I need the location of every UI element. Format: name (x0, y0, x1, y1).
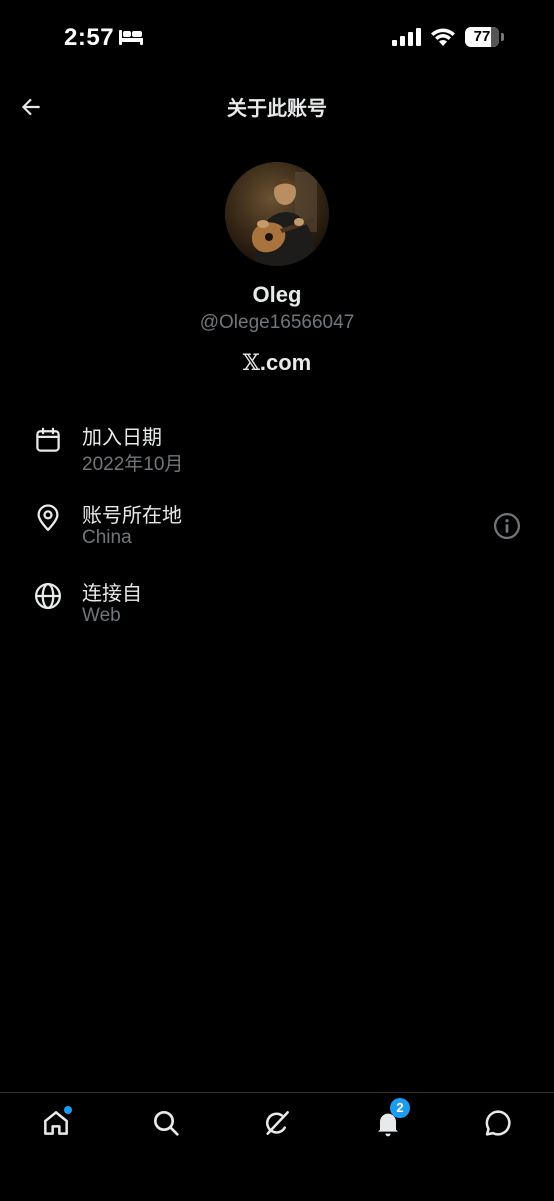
tab-home[interactable] (40, 1106, 72, 1139)
home-unread-dot (64, 1106, 72, 1114)
site-label: 𝕏.com (0, 350, 554, 376)
info-circle-icon[interactable] (492, 511, 522, 541)
bed-icon (119, 30, 143, 45)
info-row-account-location: 账号所在地 China (0, 499, 554, 563)
info-label: 账号所在地 (82, 505, 182, 527)
info-row-connected-via: 连接自 Web (0, 577, 554, 641)
search-icon (154, 1111, 179, 1136)
username-handle: @Olege16566047 (199, 312, 355, 333)
location-pin-icon (37, 504, 59, 531)
battery-icon: 77 (465, 27, 504, 47)
tab-notifications[interactable]: 2 (372, 1098, 410, 1139)
header: 关于此账号 (0, 76, 554, 136)
globe-icon (35, 583, 61, 609)
calendar-icon (36, 427, 60, 452)
avatar-image (225, 162, 329, 266)
messages-icon (485, 1110, 511, 1136)
info-row-join-date: 加入日期 2022年10月 (0, 421, 554, 485)
info-label: 加入日期 (82, 427, 162, 449)
display-name: Oleg (252, 282, 302, 307)
notification-count-badge: 2 (390, 1098, 410, 1118)
cellular-signal-icon (392, 28, 421, 46)
status-time: 2:57 (64, 24, 115, 51)
bottom-tab-bar: 2 (0, 1092, 554, 1201)
info-value: China (82, 527, 132, 548)
x-logo-glyph: 𝕏 (242, 351, 260, 376)
info-label: 连接自 (82, 583, 142, 605)
info-value: 2022年10月 (82, 454, 184, 475)
status-bar: 2:57 77 (0, 0, 554, 76)
site-suffix: .com (259, 350, 312, 375)
tab-grok[interactable] (261, 1107, 293, 1139)
battery-level: 77 (473, 28, 491, 45)
page-title: 关于此账号 (227, 98, 327, 120)
wifi-icon (431, 28, 455, 46)
info-value: Web (82, 605, 121, 626)
tab-messages[interactable] (482, 1107, 514, 1139)
avatar[interactable] (225, 162, 329, 266)
tab-search[interactable] (150, 1107, 182, 1139)
grok-icon (266, 1111, 289, 1135)
